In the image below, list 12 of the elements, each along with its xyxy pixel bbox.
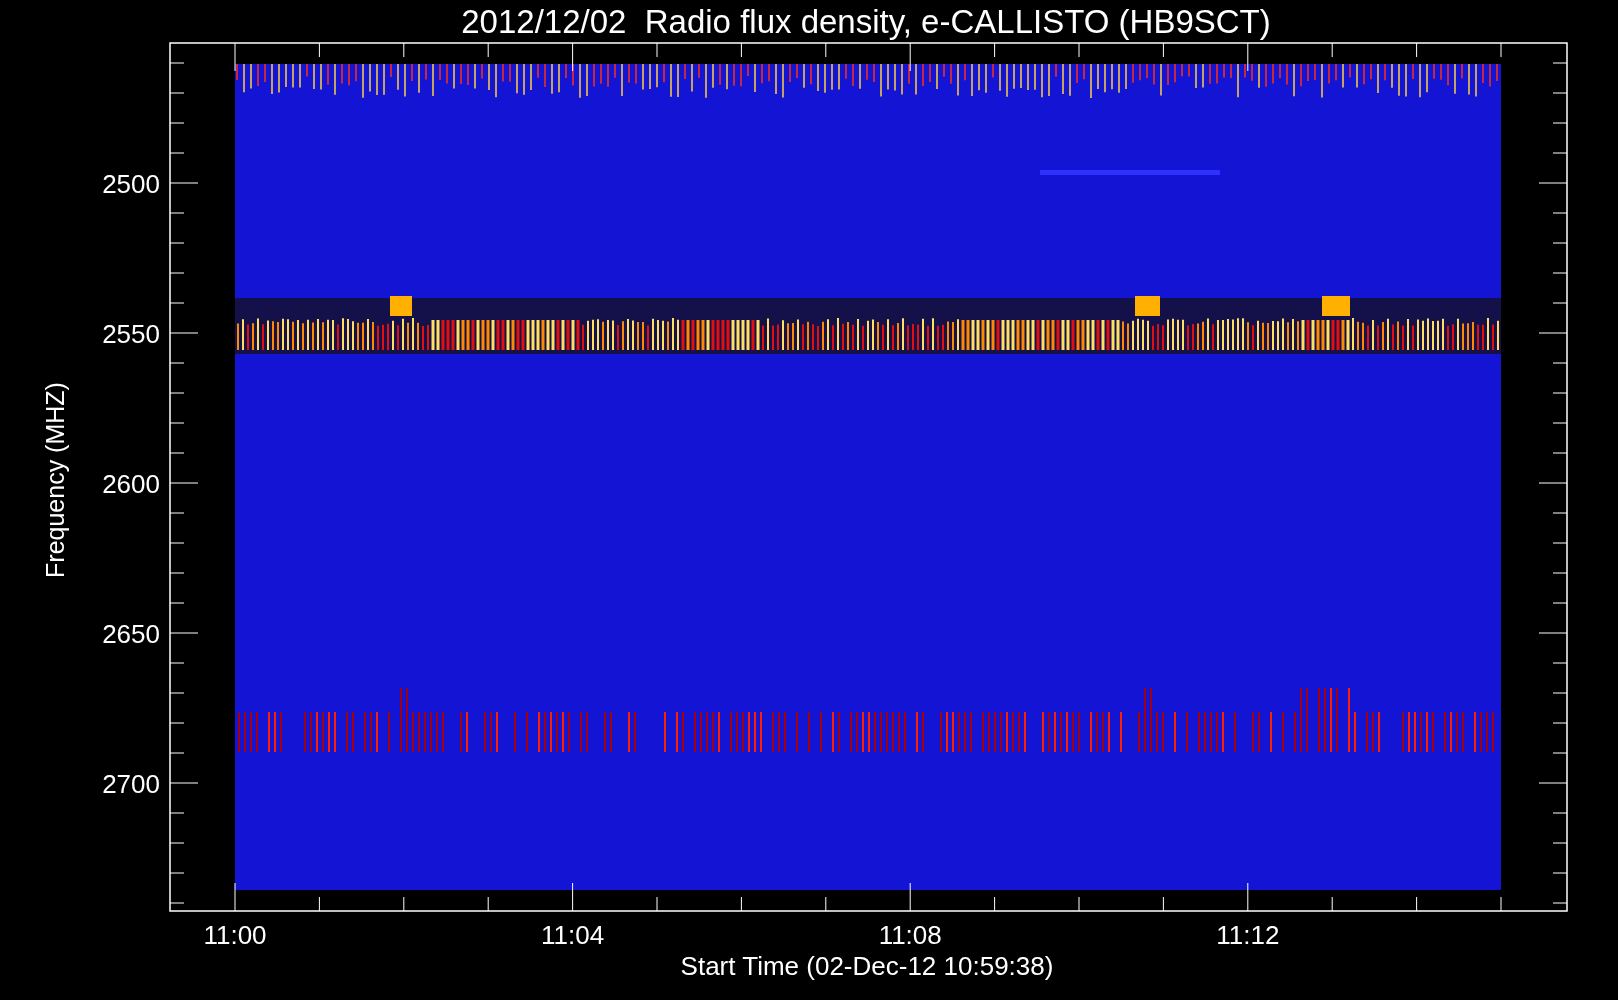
x-tick-label: 11:04 <box>541 920 605 950</box>
x-axis-label: Start Time (02-Dec-12 10:59:38) <box>680 951 1054 981</box>
chart-title: 2012/12/02 Radio flux density, e-CALLISTO (HB9SCT) <box>461 3 1271 40</box>
x-tick-label: 11:12 <box>1216 920 1280 950</box>
y-tick-label: 2550 <box>102 319 160 349</box>
y-tick-label: 2700 <box>102 769 160 799</box>
y-tick-label: 2500 <box>102 169 160 199</box>
y-tick-label: 2650 <box>102 619 160 649</box>
y-axis-label: Frequency (MHZ) <box>41 382 69 578</box>
x-tick-label: 11:08 <box>878 920 942 950</box>
x-tick-label: 11:00 <box>203 920 267 950</box>
y-tick-label: 2600 <box>102 469 160 499</box>
